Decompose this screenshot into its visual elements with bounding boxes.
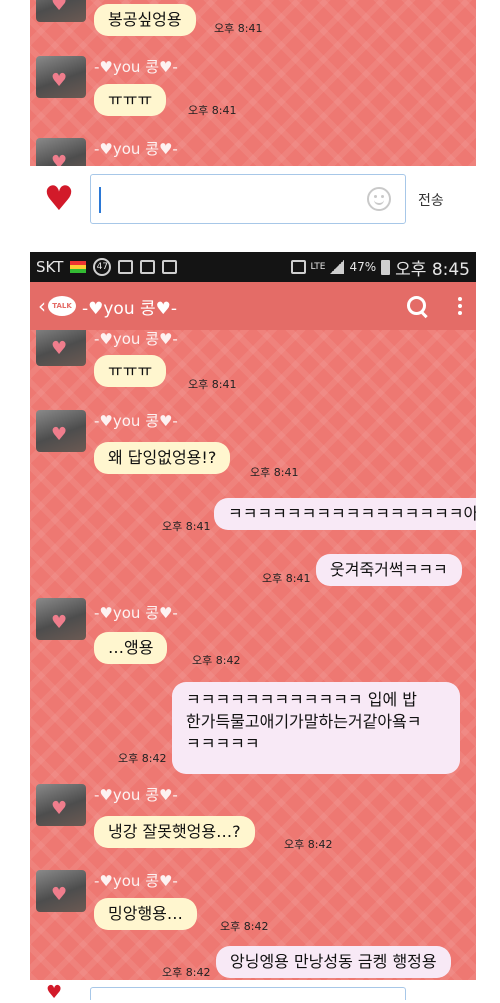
message-bubble-outgoing[interactable]: ㅋㅋㅋㅋㅋㅋㅋㅋㅋㅋㅋㅋㅋㅋㅋㅋ아 bbox=[214, 498, 476, 530]
carrier-label: SKT bbox=[36, 258, 64, 276]
battery-percent: 47% bbox=[349, 260, 377, 274]
sender-name: -♥you 콩♥- bbox=[94, 872, 178, 890]
message-line: ㅋㅋㅋㅋㅋㅋㅋㅋㅋㅋㅋㅋ 입에 밥 bbox=[186, 690, 417, 709]
avatar[interactable] bbox=[36, 598, 86, 640]
heart-icon[interactable]: ♥ bbox=[38, 178, 80, 220]
app-icon bbox=[140, 260, 156, 274]
message-bubble-outgoing[interactable]: 앙닝엥용 만낭성동 금켕 행정용 bbox=[216, 946, 451, 978]
app-bar: ‹ TALK -♥you 콩♥- bbox=[30, 282, 476, 330]
emoticon-icon[interactable] bbox=[367, 187, 391, 211]
send-button[interactable]: 전송 bbox=[418, 190, 444, 210]
message-time: 오후 8:41 bbox=[188, 104, 237, 117]
heart-icon[interactable]: ♥ bbox=[46, 984, 62, 1002]
avatar[interactable] bbox=[36, 410, 86, 452]
message-line: ㅋㅋㅋㅋㅋ bbox=[186, 734, 260, 753]
network-type: LTE bbox=[310, 262, 326, 272]
message-line: 한가득물고애기가말하는거같아욬ㅋ bbox=[186, 712, 422, 731]
chat-area[interactable]: -♥you 콩♥- ㅠㅠㅠ 오후 8:41 -♥you 콩♥- 왜 답잉없엉용!… bbox=[30, 330, 476, 980]
flag-icon bbox=[70, 261, 87, 273]
message-time: 오후 8:41 bbox=[250, 466, 299, 479]
chat-title: -♥you 콩♥- bbox=[82, 298, 178, 319]
message-time: 오후 8:42 bbox=[284, 838, 333, 851]
message-bubble[interactable]: 왜 답잉없엉용!? bbox=[94, 442, 231, 474]
avatar[interactable] bbox=[36, 0, 86, 22]
sender-name: -♥you 콩♥- bbox=[94, 412, 178, 430]
talk-logo-icon[interactable]: TALK bbox=[48, 296, 76, 316]
text-caret bbox=[99, 187, 101, 213]
message-bubble[interactable]: ㅠㅠㅠ bbox=[94, 355, 167, 387]
message-input[interactable] bbox=[90, 174, 406, 224]
message-bubble-outgoing[interactable]: 웃겨죽거썩ㅋㅋㅋ bbox=[316, 554, 462, 586]
mute-icon bbox=[290, 260, 306, 274]
battery-icon bbox=[381, 259, 391, 275]
message-time: 오후 8:42 bbox=[118, 752, 167, 765]
message-time: 오후 8:42 bbox=[162, 966, 211, 979]
message-bubble[interactable]: 냉강 잘못햇엉용…? bbox=[94, 816, 255, 848]
avatar[interactable] bbox=[36, 870, 86, 912]
message-bubble[interactable]: …앵용 bbox=[94, 632, 168, 664]
input-bar: ♥ 전송 bbox=[0, 166, 500, 234]
image-icon bbox=[118, 260, 134, 274]
input-bar-partial: ♥ bbox=[0, 982, 500, 1002]
avatar[interactable] bbox=[36, 330, 86, 366]
screenshot-top: 봉공싶엉용 오후 8:41 -♥you 콩♥- ㅠㅠㅠ 오후 8:41 -♥yo… bbox=[0, 0, 500, 235]
message-time: 오후 8:41 bbox=[262, 572, 311, 585]
avatar[interactable] bbox=[36, 138, 86, 166]
message-time: 오후 8:41 bbox=[188, 378, 237, 391]
notification-count-icon: 47 bbox=[93, 258, 112, 276]
search-icon[interactable] bbox=[406, 295, 428, 317]
clock: 오후 8:45 bbox=[395, 259, 470, 280]
message-time: 오후 8:42 bbox=[192, 654, 241, 667]
message-input[interactable] bbox=[90, 987, 406, 1000]
message-bubble[interactable]: 봉공싶엉용 bbox=[94, 4, 196, 36]
signal-icon bbox=[330, 260, 345, 274]
message-time: 오후 8:42 bbox=[220, 920, 269, 933]
screenshot-bottom: SKT 47 LTE 47% 오후 8:45 ‹ TALK -♥you 콩♥- … bbox=[0, 252, 500, 1000]
sender-name: -♥you 콩♥- bbox=[94, 330, 178, 348]
message-bubble[interactable]: ㅠㅠㅠ bbox=[94, 84, 167, 116]
sender-name: -♥you 콩♥- bbox=[94, 140, 178, 158]
sender-name: -♥you 콩♥- bbox=[94, 786, 178, 804]
message-time: 오후 8:41 bbox=[162, 520, 211, 533]
message-time: 오후 8:41 bbox=[214, 22, 263, 35]
message-bubble[interactable]: 밍앙행용… bbox=[94, 898, 197, 930]
sender-name: -♥you 콩♥- bbox=[94, 58, 178, 76]
avatar[interactable] bbox=[36, 784, 86, 826]
back-chevron-icon[interactable]: ‹ bbox=[38, 294, 46, 318]
status-bar: SKT 47 LTE 47% 오후 8:45 bbox=[30, 252, 476, 282]
more-options-icon[interactable] bbox=[458, 297, 462, 315]
download-icon bbox=[162, 260, 178, 274]
avatar[interactable] bbox=[36, 56, 86, 98]
message-bubble-outgoing[interactable]: ㅋㅋㅋㅋㅋㅋㅋㅋㅋㅋㅋㅋ 입에 밥 한가득물고애기가말하는거같아욬ㅋ ㅋㅋㅋㅋㅋ bbox=[172, 682, 460, 774]
sender-name: -♥you 콩♥- bbox=[94, 604, 178, 622]
chat-area-top[interactable]: 봉공싶엉용 오후 8:41 -♥you 콩♥- ㅠㅠㅠ 오후 8:41 -♥yo… bbox=[30, 0, 476, 166]
